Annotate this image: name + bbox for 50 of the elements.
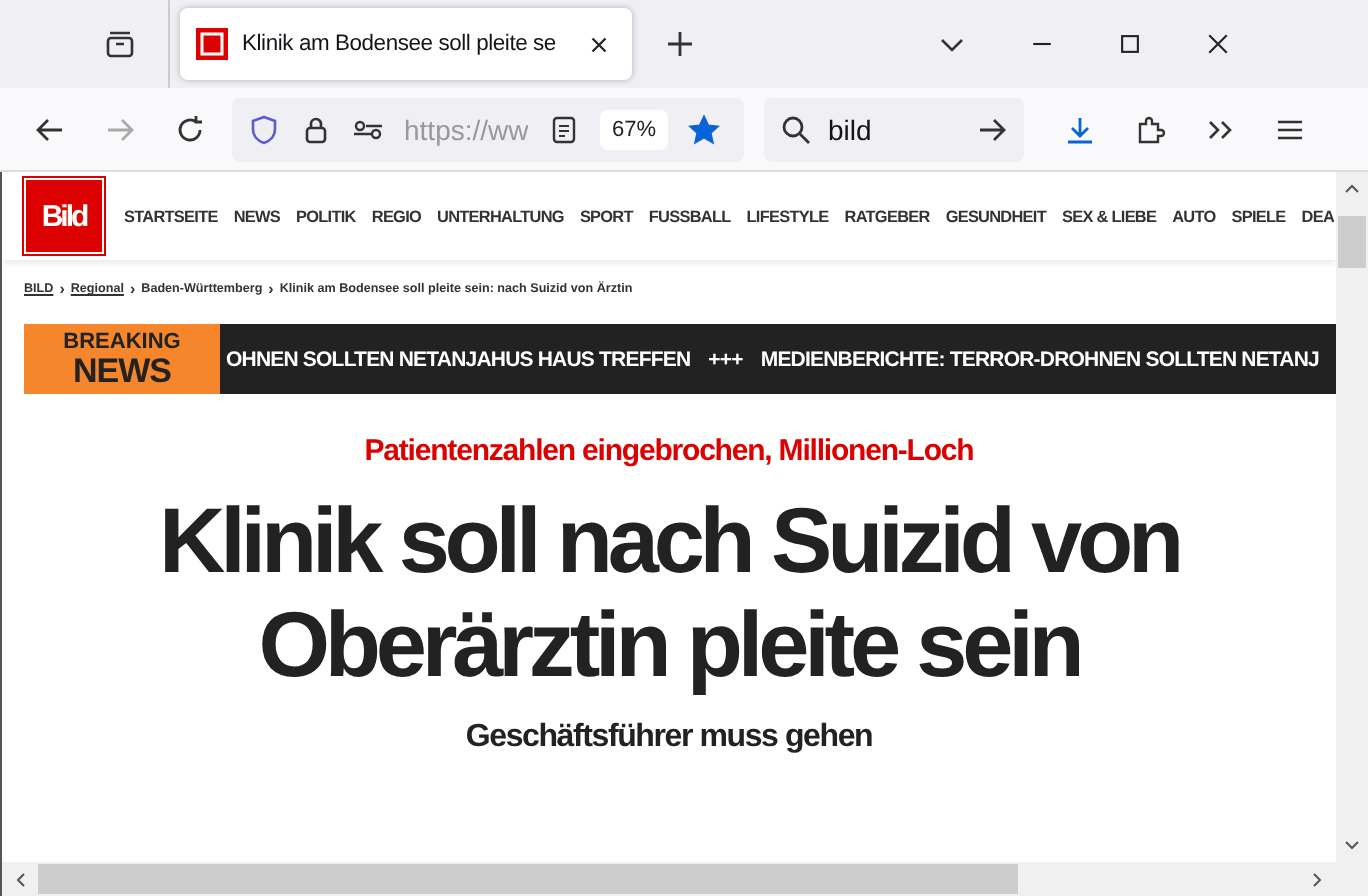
puzzle-icon[interactable] xyxy=(1134,113,1166,145)
nav-link[interactable]: SEX & LIEBE xyxy=(1062,207,1157,225)
nav-link[interactable]: AUTO xyxy=(1172,207,1216,225)
reload-icon[interactable] xyxy=(174,113,206,145)
breadcrumb-separator: › xyxy=(268,280,274,298)
scrollbar-thumb[interactable] xyxy=(38,864,1018,894)
ticker-separator: +++ xyxy=(708,347,743,371)
vertical-scrollbar[interactable] xyxy=(1336,172,1368,862)
nav-link[interactable]: NEWS xyxy=(233,207,281,225)
tab-groups-icon[interactable] xyxy=(104,28,136,60)
nav-link[interactable]: SPORT xyxy=(579,207,633,225)
article-kicker: Patientenzahlen eingebrochen, Millionen-Loch xyxy=(362,434,976,468)
site-logo[interactable]: Bild xyxy=(24,178,104,254)
scrollbar-thumb[interactable] xyxy=(1338,216,1366,268)
url-text: https://ww xyxy=(404,113,528,145)
ticker-headline[interactable]: MEDIENBERICHTE: TERROR-DROHNEN SOLLTEN NETANJ xyxy=(760,347,1319,371)
nav-link[interactable]: UNTERHALTUNG xyxy=(437,207,564,225)
star-icon[interactable] xyxy=(688,113,721,145)
zoom-level-button[interactable]: 67% xyxy=(600,109,669,149)
nav-link[interactable]: STARTSEITE xyxy=(124,207,218,225)
horizontal-scrollbar[interactable] xyxy=(0,862,1368,896)
nav-link[interactable]: REGIO xyxy=(371,207,422,225)
maximize-icon[interactable] xyxy=(1116,30,1144,58)
breadcrumb-separator: › xyxy=(129,280,136,298)
nav-link[interactable]: RATGEBER xyxy=(844,207,930,225)
reader-view-icon[interactable] xyxy=(548,113,580,145)
tab-title: Klinik am Bodensee soll pleite se xyxy=(242,32,558,56)
article-subheadline: Geschäftsführer muss gehen xyxy=(463,720,875,756)
nav-link[interactable]: LIFESTYLE xyxy=(746,207,829,225)
search-field[interactable]: bild xyxy=(764,97,1024,161)
nav-link[interactable]: FUSSBALL xyxy=(648,207,731,225)
browser-tab[interactable]: Klinik am Bodensee soll pleite se xyxy=(180,8,632,80)
nav-link[interactable]: DEA xyxy=(1301,207,1335,225)
new-tab-icon[interactable] xyxy=(664,28,696,60)
ticker-headline[interactable]: OHNEN SOLLTEN NETANJAHUS HAUS TREFFEN xyxy=(226,347,691,371)
site-favicon xyxy=(196,28,228,60)
nav-link[interactable]: GESUNDHEIT xyxy=(945,207,1046,225)
breadcrumb-separator: › xyxy=(59,280,65,298)
lock-icon[interactable] xyxy=(300,113,332,145)
nav-link[interactable]: SPIELE xyxy=(1231,207,1286,225)
address-bar[interactable]: https://ww 67% xyxy=(232,97,744,161)
close-icon[interactable] xyxy=(1204,30,1232,58)
breaking-news-label: BREAKING NEWS xyxy=(24,324,220,394)
nav-link[interactable]: POLITIK xyxy=(296,207,356,225)
back-arrow-icon[interactable] xyxy=(34,113,66,145)
shield-icon[interactable] xyxy=(248,113,280,145)
download-icon[interactable] xyxy=(1064,113,1096,145)
search-icon xyxy=(780,113,812,145)
article-headline: Klinik soll nach Suizid von Oberärztin pleite sein xyxy=(157,488,1181,696)
go-arrow-icon[interactable] xyxy=(976,113,1008,145)
